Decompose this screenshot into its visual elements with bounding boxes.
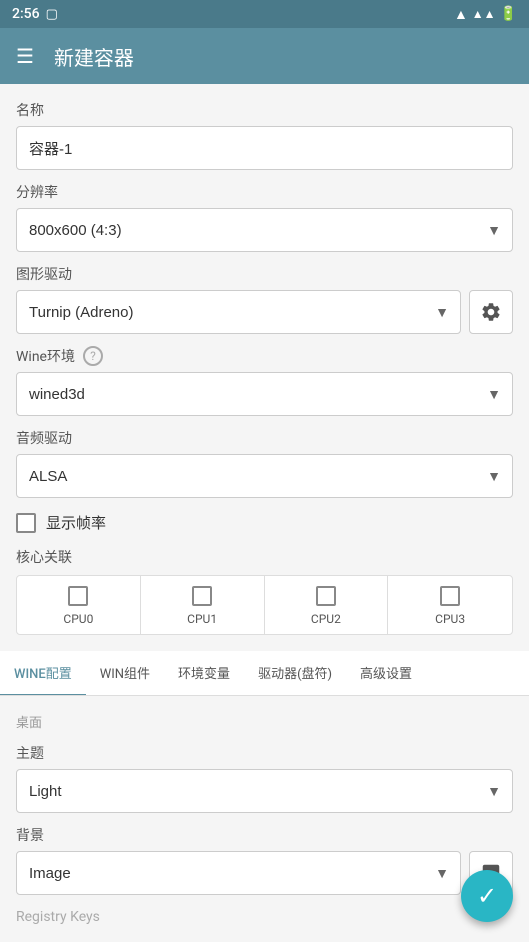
status-bar-left: 2:56 ▢ xyxy=(12,6,58,22)
gear-icon xyxy=(480,301,502,323)
android-icon: ▢ xyxy=(46,7,58,22)
bg-select[interactable]: Image Color None xyxy=(16,851,461,895)
cpu3-checkbox[interactable] xyxy=(440,586,460,606)
fab-confirm-button[interactable]: ✓ xyxy=(461,870,513,922)
theme-select[interactable]: Light Dark Classic xyxy=(16,769,513,813)
wine-env-label: Wine环境 xyxy=(16,346,75,366)
cpu0-label: CPU0 xyxy=(63,612,93,626)
graphics-select[interactable]: Turnip (Adreno) VirGL Software xyxy=(16,290,461,334)
cpu-grid: CPU0 CPU1 CPU2 CPU3 xyxy=(16,575,513,635)
wine-env-wrapper: wined3d dxvk vkd3d ▼ xyxy=(16,372,513,416)
tab-win-components[interactable]: WIN组件 xyxy=(86,651,164,696)
resolution-label: 分辨率 xyxy=(16,182,513,202)
wine-config-tab-content: 桌面 主题 Light Dark Classic ▼ 背景 Image Colo… xyxy=(16,696,513,925)
show-fps-checkbox[interactable] xyxy=(16,513,36,533)
cpu0-checkbox[interactable] xyxy=(68,586,88,606)
show-fps-row: 显示帧率 xyxy=(16,512,513,533)
bg-label: 背景 xyxy=(16,825,513,845)
bg-select-wrapper: Image Color None ▼ xyxy=(16,851,461,895)
graphics-row: Turnip (Adreno) VirGL Software ▼ xyxy=(16,290,513,334)
cpu2-checkbox[interactable] xyxy=(316,586,336,606)
audio-label: 音频驱动 xyxy=(16,428,513,448)
graphics-label: 图形驱动 xyxy=(16,264,513,284)
signal-icon: ▲▲ xyxy=(472,7,496,21)
time-display: 2:56 xyxy=(12,6,40,22)
theme-wrapper: Light Dark Classic ▼ xyxy=(16,769,513,813)
graphics-settings-button[interactable] xyxy=(469,290,513,334)
page-title: 新建容器 xyxy=(54,42,134,71)
fab-icon: ✓ xyxy=(477,882,497,910)
audio-wrapper: ALSA PulseAudio Disabled ▼ xyxy=(16,454,513,498)
registry-keys-label: Registry Keys xyxy=(16,909,513,925)
wine-env-select[interactable]: wined3d dxvk vkd3d xyxy=(16,372,513,416)
tab-drives[interactable]: 驱动器(盘符) xyxy=(244,651,346,696)
cpu3-item[interactable]: CPU3 xyxy=(388,576,512,634)
tab-advanced[interactable]: 高级设置 xyxy=(346,651,426,696)
battery-icon: 🔋 xyxy=(500,6,517,22)
cpu0-item[interactable]: CPU0 xyxy=(17,576,141,634)
main-content: 名称 分辨率 800x600 (4:3) 1024x768 (4:3) 1280… xyxy=(0,84,529,942)
name-label: 名称 xyxy=(16,100,513,120)
theme-label: 主题 xyxy=(16,743,513,763)
bg-row: Image Color None ▼ xyxy=(16,851,513,895)
tab-wine-config[interactable]: WINE配置 xyxy=(0,651,86,696)
menu-icon[interactable]: ☰ xyxy=(16,44,34,68)
cpu3-label: CPU3 xyxy=(435,612,465,626)
core-affinity-label: 核心关联 xyxy=(16,547,513,567)
help-icon[interactable]: ? xyxy=(83,346,103,366)
resolution-wrapper: 800x600 (4:3) 1024x768 (4:3) 1280x720 (1… xyxy=(16,208,513,252)
cpu2-label: CPU2 xyxy=(311,612,341,626)
name-input[interactable] xyxy=(16,126,513,170)
cpu2-item[interactable]: CPU2 xyxy=(265,576,389,634)
show-fps-label: 显示帧率 xyxy=(46,512,106,533)
header: ☰ 新建容器 xyxy=(0,28,529,84)
wine-env-row: Wine环境 ? xyxy=(16,346,513,366)
cpu1-label: CPU1 xyxy=(187,612,217,626)
cpu1-item[interactable]: CPU1 xyxy=(141,576,265,634)
cpu1-checkbox[interactable] xyxy=(192,586,212,606)
wifi-icon: ▲ xyxy=(454,6,468,23)
status-bar: 2:56 ▢ ▲ ▲▲ 🔋 xyxy=(0,0,529,28)
tabs-container: WINE配置 WIN组件 环境变量 驱动器(盘符) 高级设置 xyxy=(0,651,529,696)
graphics-select-wrapper: Turnip (Adreno) VirGL Software ▼ xyxy=(16,290,461,334)
status-bar-right: ▲ ▲▲ 🔋 xyxy=(454,6,517,23)
resolution-select[interactable]: 800x600 (4:3) 1024x768 (4:3) 1280x720 (1… xyxy=(16,208,513,252)
audio-select[interactable]: ALSA PulseAudio Disabled xyxy=(16,454,513,498)
tab-env-vars[interactable]: 环境变量 xyxy=(164,651,244,696)
desktop-section-label: 桌面 xyxy=(16,712,513,731)
